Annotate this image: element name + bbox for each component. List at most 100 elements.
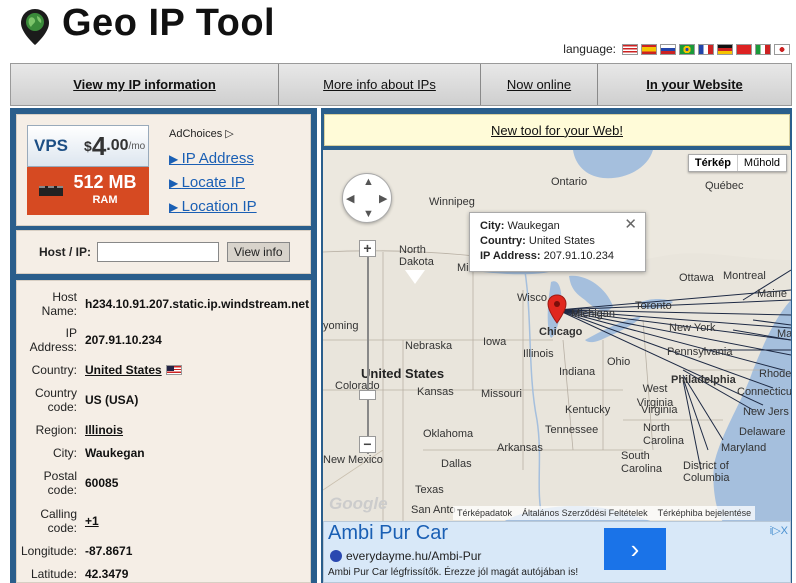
map-label-wisconsin: Wisco <box>517 292 547 304</box>
map-label-dc: District of Columbia <box>683 460 730 484</box>
map-label-illinois: Illinois <box>523 348 554 360</box>
calling-code-link[interactable]: +1 <box>85 514 99 528</box>
flag-br-icon[interactable] <box>679 43 695 55</box>
pan-down-icon[interactable]: ▼ <box>363 208 374 220</box>
ambi-pur-ad[interactable]: Ambi Pur Car everydayme.hu/Ambi-Pur Ambi… <box>323 521 791 583</box>
vps-dollar: $ <box>84 138 92 154</box>
flag-cn-icon[interactable] <box>736 43 752 55</box>
site-title: Geo IP Tool <box>62 2 276 44</box>
info-row-host: Host Name: h234.10.91.207.static.ip.wind… <box>17 289 312 319</box>
ad-favicon-icon <box>330 550 342 562</box>
info-row-postal: Postal code: 60085 <box>17 468 312 498</box>
adchoices-icon: ▷ <box>225 128 234 140</box>
map[interactable]: Ontario Québec Winnipeg North Dakota Min… <box>323 150 791 522</box>
vps-label: VPS <box>34 136 69 155</box>
postal-code-label: Postal code: <box>43 469 77 497</box>
view-info-button[interactable]: View info <box>227 242 290 262</box>
country-code-value: US (USA) <box>85 393 139 407</box>
popup-city-value: Waukegan <box>507 220 560 232</box>
ad-link-locate-ip[interactable]: Locate IP <box>169 171 257 195</box>
flag-fr-icon[interactable] <box>698 43 714 55</box>
left-panel: VPS $ 4 .00 /mo 512 MB RAM AdChoices ▷ ▶… <box>10 108 317 583</box>
pan-right-icon[interactable]: ▶ <box>379 192 387 205</box>
map-label-michigan: Michigan <box>571 308 616 320</box>
country-code-label: Country code: <box>34 386 77 414</box>
map-data-link[interactable]: Térképadatok <box>457 508 512 518</box>
pan-left-icon[interactable]: ◀ <box>346 192 354 205</box>
region-link[interactable]: Illinois <box>85 423 123 437</box>
flag-es-icon[interactable] <box>641 43 657 55</box>
map-marker-icon[interactable] <box>547 294 567 324</box>
ad-url[interactable]: everydayme.hu/Ambi-Pur <box>346 549 481 563</box>
nav-more-info[interactable]: More info about IPs <box>279 64 481 105</box>
flag-de-icon[interactable] <box>717 43 733 55</box>
google-logo: Google <box>329 494 388 513</box>
zoom-slider-track[interactable] <box>367 242 369 454</box>
flag-ru-icon[interactable] <box>660 43 676 55</box>
map-label-winnipeg: Winnipeg <box>429 196 475 208</box>
vps-banner[interactable]: VPS $ 4 .00 /mo 512 MB RAM <box>27 125 149 215</box>
map-type-control: Térkép Műhold <box>687 154 787 172</box>
nav-in-your-website[interactable]: In your Website <box>598 64 791 105</box>
ram-size: 512 MB <box>73 172 137 192</box>
longitude-value: -87.8671 <box>85 544 133 558</box>
ip-address-value: 207.91.10.234 <box>85 333 162 347</box>
map-type-map-button[interactable]: Térkép <box>689 155 738 171</box>
country-label: Country: <box>31 363 77 377</box>
country-link[interactable]: United States <box>85 363 162 377</box>
ram-label: RAM <box>92 194 118 206</box>
new-tool-link[interactable]: New tool for your Web! <box>324 114 790 146</box>
postal-code-value: 60085 <box>85 476 119 490</box>
info-row-latitude: Latitude: 42.3479 <box>17 566 312 582</box>
globe-pin-logo-icon <box>21 9 49 45</box>
ad-link-ip-address[interactable]: IP Address <box>169 147 257 171</box>
ad-description: Ambi Pur Car légfrissítők. Érezze jól ma… <box>328 567 579 578</box>
nav-view-my-ip[interactable]: View my IP information <box>11 64 279 105</box>
zoom-slider-handle[interactable] <box>359 390 376 400</box>
map-label-new-york: New York <box>669 322 716 334</box>
map-report-link[interactable]: Térképhiba bejelentése <box>658 508 752 518</box>
nav-now-online[interactable]: Now online <box>481 64 598 105</box>
latitude-value: 42.3479 <box>85 567 129 581</box>
pan-up-icon[interactable]: ▲ <box>363 176 374 188</box>
language-label: language: <box>563 42 616 56</box>
map-label-rhode: Rhode <box>759 368 791 380</box>
main-nav: View my IP information More info about I… <box>10 63 792 106</box>
popup-ip-row: IP Address: 207.91.10.234 <box>480 249 635 264</box>
flag-jp-icon[interactable] <box>774 43 790 55</box>
zoom-out-button[interactable]: − <box>359 436 376 453</box>
language-selector: language: <box>563 42 790 56</box>
map-label-chicago: Chicago <box>539 326 583 338</box>
pan-control[interactable]: ▲ ▼ ◀ ▶ <box>342 173 392 223</box>
map-attribution: Térképadatok Általános Szerződési Feltét… <box>453 506 756 520</box>
vps-cents: .00 <box>106 137 129 154</box>
location-info-window: City: Waukegan Country: United States IP… <box>469 212 646 272</box>
zoom-in-button[interactable]: + <box>359 240 376 257</box>
map-terms-link[interactable]: Általános Szerződési Feltételek <box>522 508 648 518</box>
ip-address-label: IP Address: <box>29 326 77 354</box>
info-row-country: Country: United States <box>17 362 312 378</box>
map-label-new-jersey: New Jers <box>743 406 789 418</box>
flag-it-icon[interactable] <box>755 43 771 55</box>
map-label-south-carolina: South Carolina <box>621 450 662 475</box>
popup-city-label: City: <box>480 220 505 232</box>
host-name-label: Host Name: <box>41 290 77 318</box>
map-label-connecticut: Connecticut <box>737 386 791 398</box>
map-label-kansas: Kansas <box>417 386 454 398</box>
adchoices-icon[interactable]: i▷X <box>770 524 788 537</box>
close-icon[interactable]: ✕ <box>624 217 637 232</box>
map-label-texas: Texas <box>415 484 444 496</box>
map-type-satellite-button[interactable]: Műhold <box>738 155 786 171</box>
flag-us-icon[interactable] <box>622 43 638 55</box>
map-label-ohio: Ohio <box>607 356 631 368</box>
ad-link-location-ip[interactable]: Location IP <box>169 195 257 219</box>
city-value: Waukegan <box>85 446 145 460</box>
host-ip-input[interactable] <box>97 242 220 262</box>
ad-arrow-button[interactable]: › <box>604 528 666 570</box>
ad-title[interactable]: Ambi Pur Car <box>328 522 448 545</box>
adchoices-link[interactable]: AdChoices ▷ <box>169 127 234 140</box>
popup-tail <box>405 270 425 284</box>
map-label-dallas: Dallas <box>441 458 472 470</box>
ad-links: IP Address Locate IP Location IP <box>169 147 257 219</box>
ram-text: 512 MB RAM <box>73 173 136 209</box>
